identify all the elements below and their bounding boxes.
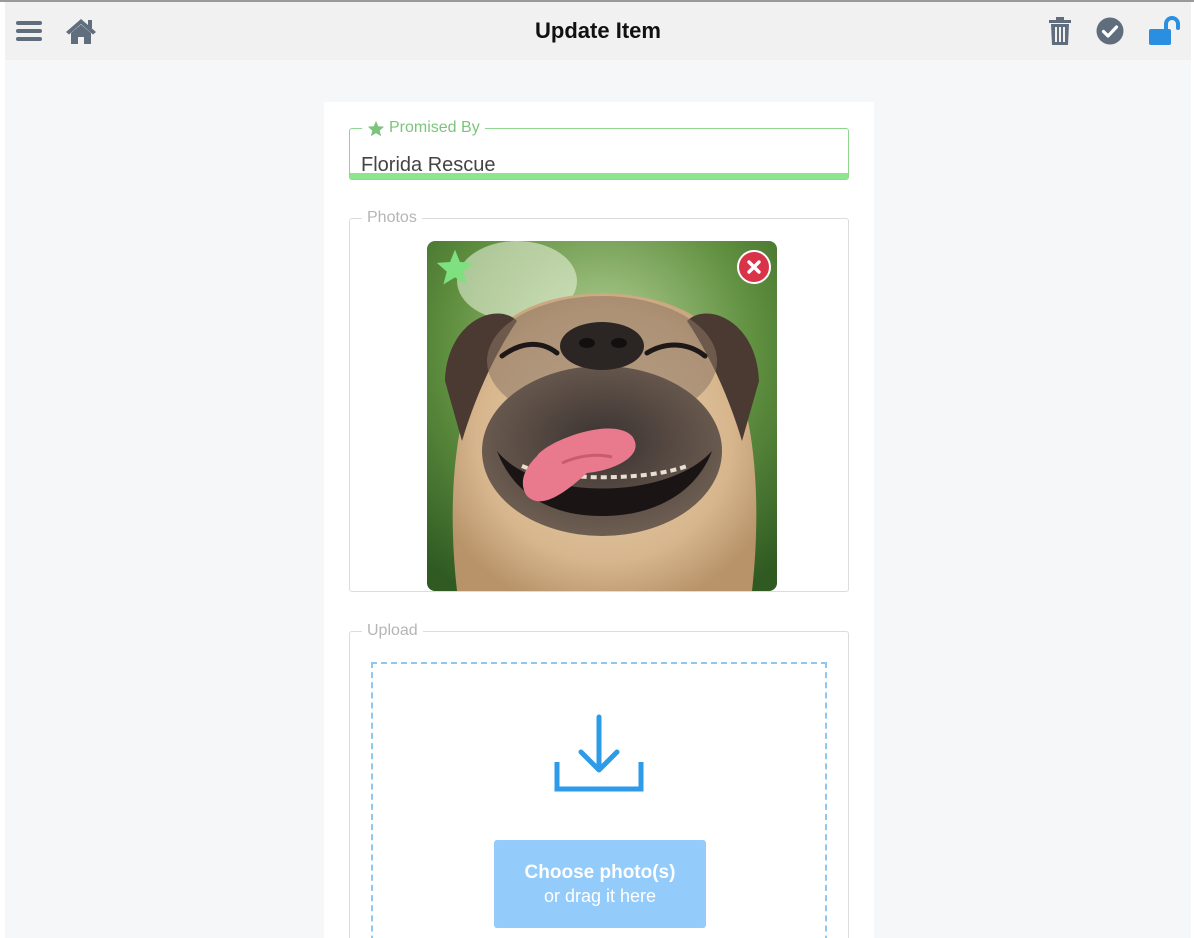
upload-field: Upload Choose photo(s) or drag it here (349, 622, 849, 938)
choose-photos-label: Choose photo(s) (524, 861, 676, 883)
item-form-card: Promised By Florida Rescue Photos Upload… (324, 102, 874, 938)
promised-by-field[interactable]: Promised By Florida Rescue (349, 119, 849, 180)
drag-hint-label: or drag it here (543, 885, 657, 906)
upload-legend: Upload (367, 622, 418, 639)
promised-by-label: Promised By (389, 119, 480, 136)
field-underline (350, 173, 848, 179)
trash-icon[interactable] (1043, 14, 1077, 48)
choose-photos-button[interactable]: Choose photo(s) or drag it here (494, 840, 706, 928)
pug-photo[interactable] (427, 241, 777, 591)
upload-dropzone[interactable]: Choose photo(s) or drag it here (371, 662, 827, 938)
close-icon (747, 260, 761, 274)
promised-by-legend: Promised By (362, 119, 485, 137)
app-window: Update Item Promised By Florida Rescue P… (0, 0, 1194, 938)
photos-legend: Photos (367, 209, 417, 226)
check-circle-icon[interactable] (1093, 14, 1127, 48)
photos-field: Photos (349, 209, 849, 592)
star-icon (367, 120, 385, 136)
page-title: Update Item (535, 18, 661, 43)
primary-photo-star-icon[interactable] (435, 248, 475, 291)
toolbar: Update Item (5, 2, 1191, 60)
remove-photo-button[interactable] (737, 250, 771, 284)
download-icon (554, 714, 644, 799)
unlock-icon[interactable] (1147, 14, 1181, 48)
